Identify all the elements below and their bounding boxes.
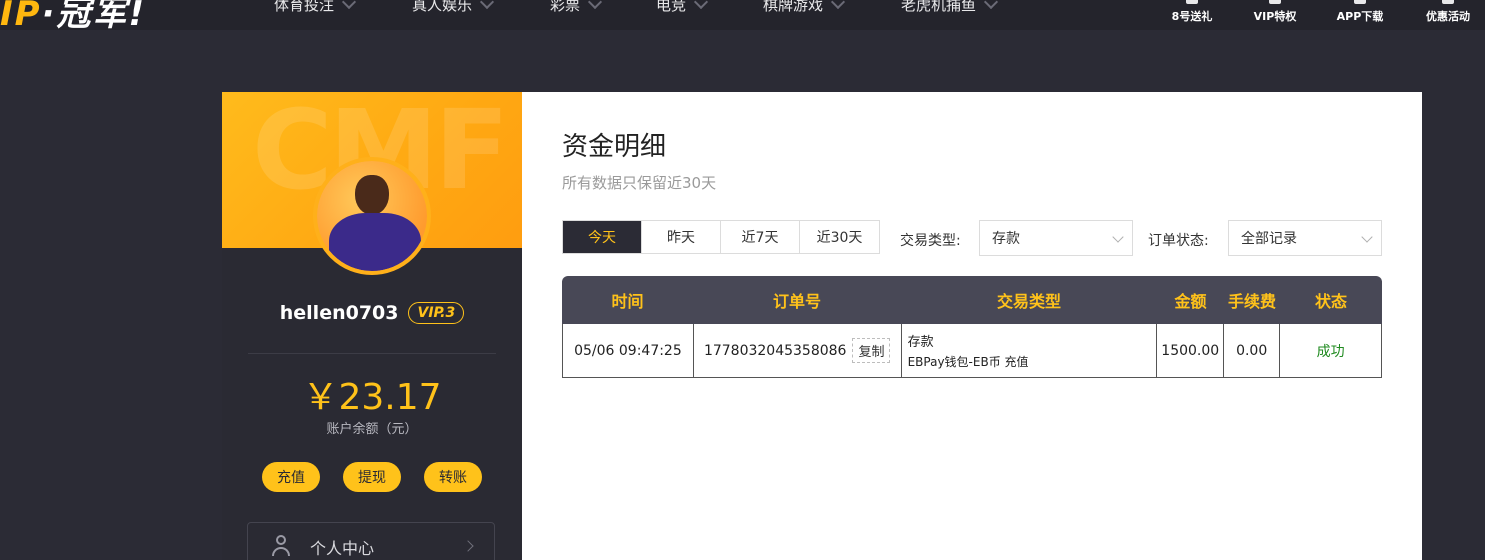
transaction-type-label: 交易类型: — [900, 233, 961, 249]
balance-label: 账户余额（元） — [326, 422, 418, 437]
column-header: 金额 — [1174, 292, 1207, 311]
column-header: 交易类型 — [996, 292, 1061, 311]
cell-time: 05/06 09:47:25 — [563, 324, 694, 377]
username-row: hellen0703 VIP.3 — [222, 302, 522, 324]
logo-vip: IP — [0, 0, 42, 30]
nav-label: 老虎机捕鱼 — [901, 0, 977, 14]
avatar-image — [317, 161, 427, 271]
nav-lottery[interactable]: 彩票 — [550, 0, 603, 15]
table-header: 时间 订单号 交易类型 金额 手续费 状态 — [562, 276, 1382, 324]
link-label: APP下载 — [1336, 10, 1384, 23]
transactions-table: 时间 订单号 交易类型 金额 手续费 状态 05/06 09:47:25 177… — [562, 276, 1382, 378]
vip-badge: VIP.3 — [408, 302, 465, 324]
logo-text: ·冠军! — [41, 0, 146, 30]
link-label: 优惠活动 — [1426, 10, 1470, 23]
nav-label: 真人娱乐 — [412, 0, 473, 14]
page-subtitle: 所有数据只保留近30天 — [562, 174, 717, 192]
link-vip[interactable]: VIP特权 — [1235, 0, 1315, 24]
menu-item-label: 个人中心 — [310, 539, 375, 558]
nav-sports[interactable]: 体育投注 — [274, 0, 357, 15]
logo[interactable]: IP·冠军! — [0, 0, 146, 30]
nav-card-games[interactable]: 棋牌游戏 — [763, 0, 846, 15]
column-header: 时间 — [611, 292, 644, 311]
account-balance: ￥23.17 — [302, 377, 442, 418]
transaction-type: 存款 — [907, 335, 934, 350]
chevron-down-icon — [983, 0, 999, 9]
chevron-down-icon — [693, 0, 709, 9]
menu-personal-center[interactable]: 个人中心 — [247, 522, 495, 560]
tab-yesterday[interactable]: 昨天 — [642, 221, 721, 253]
top-nav: IP·冠军! 体育投注 真人娱乐 彩票 电竞 棋牌游戏 老虎机捕鱼 8号送礼 V… — [0, 0, 1485, 30]
select-value: 全部记录 — [1241, 231, 1297, 247]
cell-transaction-type: 存款 EBPay钱包-EB币 充值 — [902, 324, 1158, 377]
phone-icon — [1354, 0, 1366, 4]
select-value: 存款 — [992, 231, 1020, 247]
vip-icon — [1269, 0, 1281, 4]
nav-live-casino[interactable]: 真人娱乐 — [412, 0, 495, 15]
cell-amount: 1500.00 — [1157, 324, 1225, 377]
nav-label: 体育投注 — [274, 0, 335, 14]
order-status-label: 订单状态: — [1148, 233, 1209, 249]
profile-sidebar: CMF hellen0703 VIP.3 ￥23.17 账户余额（元） 充值 提… — [222, 92, 522, 560]
tab-today[interactable]: 今天 — [563, 221, 642, 253]
link-gift-8th[interactable]: 8号送礼 — [1152, 0, 1232, 24]
promo-icon — [1442, 0, 1454, 4]
transaction-detail: EBPay钱包-EB币 充值 — [907, 355, 1029, 369]
gift-icon — [1186, 0, 1198, 4]
order-status-select[interactable]: 全部记录 — [1228, 220, 1382, 256]
chevron-down-icon — [341, 0, 357, 9]
divider — [248, 353, 496, 354]
withdraw-button[interactable]: 提现 — [343, 462, 401, 492]
avatar[interactable] — [313, 157, 431, 275]
chevron-down-icon — [479, 0, 495, 9]
date-range-tabs: 今天 昨天 近7天 近30天 — [562, 220, 880, 254]
username: hellen0703 — [279, 302, 399, 324]
nav-esports[interactable]: 电竞 — [656, 0, 709, 15]
avatar-head — [355, 175, 389, 215]
nav-label: 彩票 — [550, 0, 581, 14]
wallet-actions: 充值 提现 转账 — [262, 462, 482, 492]
column-header: 订单号 — [772, 292, 821, 311]
chevron-down-icon — [1112, 231, 1124, 243]
chevron-down-icon — [830, 0, 846, 9]
tab-last-7-days[interactable]: 近7天 — [721, 221, 800, 253]
link-app-download[interactable]: APP下载 — [1320, 0, 1400, 24]
nav-label: 电竞 — [656, 0, 687, 14]
link-label: 8号送礼 — [1171, 10, 1213, 23]
table-row: 05/06 09:47:25 1778032045358086 复制 存款 EB… — [562, 324, 1382, 378]
chevron-down-icon — [587, 0, 603, 9]
page-title: 资金明细 — [562, 132, 667, 162]
column-header: 状态 — [1314, 292, 1347, 311]
chevron-right-icon — [462, 540, 474, 552]
avatar-body — [329, 213, 421, 271]
order-number: 1778032045358086 — [703, 342, 847, 359]
cell-fee: 0.00 — [1224, 324, 1281, 377]
tab-last-30-days[interactable]: 近30天 — [800, 221, 879, 253]
cell-status: 成功 — [1316, 343, 1345, 360]
nav-slots-fishing[interactable]: 老虎机捕鱼 — [901, 0, 999, 15]
deposit-button[interactable]: 充值 — [262, 462, 320, 492]
transfer-button[interactable]: 转账 — [424, 462, 482, 492]
link-label: VIP特权 — [1253, 10, 1297, 23]
user-icon — [272, 535, 290, 556]
link-promotions[interactable]: 优惠活动 — [1408, 0, 1485, 24]
column-header: 手续费 — [1227, 292, 1276, 311]
transaction-type-select[interactable]: 存款 — [979, 220, 1133, 256]
chevron-down-icon — [1361, 231, 1373, 243]
cell-order-number: 1778032045358086 复制 — [694, 324, 902, 377]
nav-label: 棋牌游戏 — [763, 0, 824, 14]
fund-details-panel: 资金明细 所有数据只保留近30天 今天 昨天 近7天 近30天 交易类型: 存款… — [522, 92, 1422, 560]
copy-button[interactable]: 复制 — [852, 338, 891, 363]
